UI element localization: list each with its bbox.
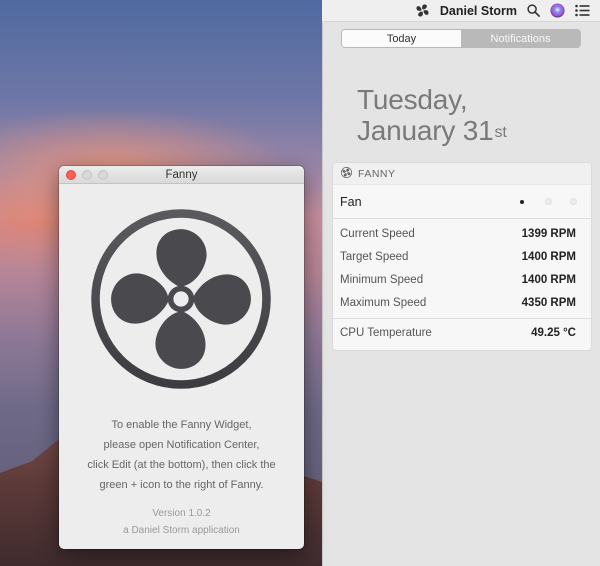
notification-center: Today Notifications Tuesday, January 31s… (322, 22, 600, 566)
fan-icon (86, 204, 276, 394)
fan-icon[interactable] (415, 3, 430, 18)
stat-value: 1400 RPM (521, 250, 576, 263)
date-month-day-text: January 31 (357, 115, 494, 146)
stat-label: Target Speed (340, 250, 409, 263)
stat-row-current-speed: Current Speed 1399 RPM (333, 222, 591, 245)
fan-icon (340, 166, 353, 181)
stat-label: Minimum Speed (340, 273, 424, 286)
stat-row-minimum-speed: Minimum Speed 1400 RPM (333, 268, 591, 291)
fan-page-dots (520, 198, 577, 205)
credit-label: a Daniel Storm application (123, 525, 240, 536)
page-dot[interactable] (545, 198, 552, 205)
stat-label: Current Speed (340, 227, 415, 240)
window-controls (66, 170, 108, 180)
date-month-day: January 31st (357, 115, 507, 146)
instruction-line: please open Notification Center, (103, 439, 260, 451)
fanny-widget: FANNY Fan Current Speed 1399 RPM Target … (332, 162, 592, 351)
close-button[interactable] (66, 170, 76, 180)
version-info: Version 1.0.2 a Daniel Storm application (59, 505, 304, 539)
page-dot-current[interactable] (520, 199, 524, 204)
instruction-line: click Edit (at the bottom), then click t… (87, 459, 276, 471)
version-label: Version 1.0.2 (152, 508, 211, 519)
tab-notifications[interactable]: Notifications (461, 30, 580, 47)
notification-center-icon[interactable] (575, 4, 590, 17)
date-ordinal-suffix: st (494, 124, 507, 141)
tab-today[interactable]: Today (342, 30, 461, 47)
instruction-line: green + icon to the right of Fanny. (99, 479, 264, 491)
zoom-button[interactable] (98, 170, 108, 180)
date-weekday: Tuesday, (357, 84, 468, 115)
page-dot[interactable] (570, 198, 577, 205)
stat-value: 4350 RPM (521, 296, 576, 309)
window-title: Fanny (165, 168, 198, 181)
siri-icon[interactable] (550, 3, 565, 18)
user-name[interactable]: Daniel Storm (440, 4, 517, 18)
widget-header: FANNY (333, 163, 591, 185)
stat-value: 1399 RPM (521, 227, 576, 240)
date-display: Tuesday, January 31st (357, 84, 507, 146)
fanny-app-window: Fanny To enable the Fanny Widget, please… (59, 166, 304, 549)
fan-stats: Current Speed 1399 RPM Target Speed 1400… (333, 219, 591, 347)
stat-label: CPU Temperature (340, 327, 432, 339)
stat-label: Maximum Speed (340, 296, 427, 309)
stat-row-cpu-temperature: CPU Temperature 49.25 °C (333, 319, 591, 347)
stat-row-maximum-speed: Maximum Speed 4350 RPM (333, 291, 591, 314)
stat-value: 1400 RPM (521, 273, 576, 286)
fan-label: Fan (340, 194, 362, 209)
stat-row-target-speed: Target Speed 1400 RPM (333, 245, 591, 268)
widget-instructions: To enable the Fanny Widget, please open … (59, 415, 304, 495)
search-icon[interactable] (527, 4, 540, 17)
window-titlebar[interactable]: Fanny (59, 166, 304, 184)
fan-selector-row: Fan (333, 185, 591, 219)
minimize-button[interactable] (82, 170, 92, 180)
stat-value: 49.25 °C (531, 327, 576, 339)
widget-title: FANNY (358, 167, 396, 180)
today-notifications-switch: Today Notifications (341, 29, 581, 48)
menu-bar: Daniel Storm (322, 0, 600, 22)
instruction-line: To enable the Fanny Widget, (111, 419, 252, 431)
